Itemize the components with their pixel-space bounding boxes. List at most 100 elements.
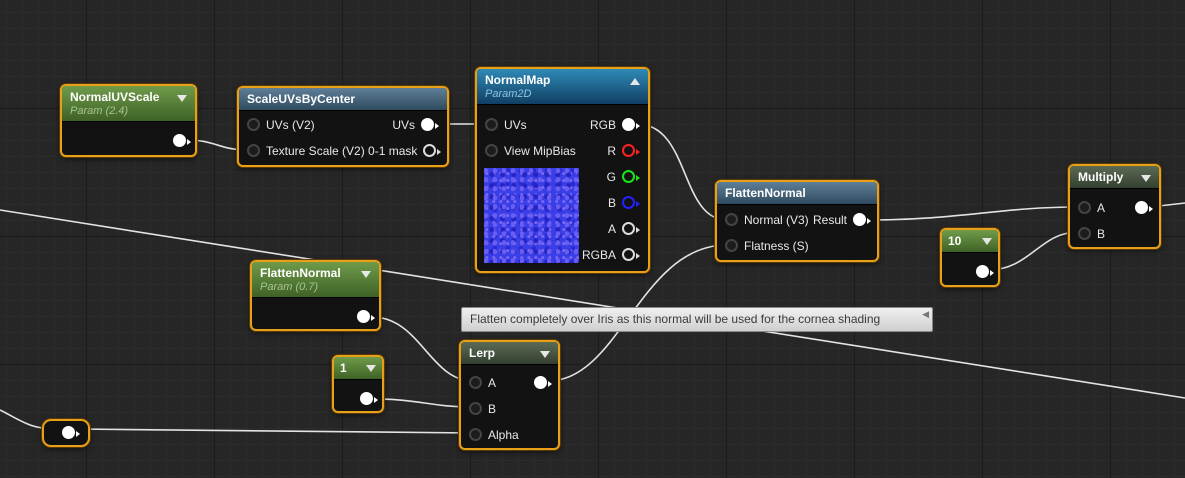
output-pin-r[interactable]: R: [607, 142, 640, 160]
pin-out-icon[interactable]: [853, 213, 866, 226]
node-title: 1: [340, 361, 347, 375]
node-scaleuvsbycenter[interactable]: ScaleUVsByCenter UVs (V2) UVs Texture Sc…: [237, 86, 449, 167]
pin-out-icon[interactable]: [423, 144, 437, 157]
node-constant-10[interactable]: 10: [940, 228, 1000, 287]
pin-label: A: [607, 222, 616, 236]
output-pin-rgba[interactable]: RGBA: [582, 246, 640, 264]
node-normaluvscale[interactable]: NormalUVScale Param (2.4): [60, 84, 197, 157]
reroute-pin[interactable]: [56, 424, 80, 442]
pin-in-icon[interactable]: [485, 118, 498, 131]
node-flattennormal-param[interactable]: FlattenNormal Param (0.7): [250, 260, 381, 331]
pin-out-icon[interactable]: [976, 265, 989, 278]
pin-out-icon[interactable]: [62, 426, 75, 439]
input-pin-flatness[interactable]: Flatness (S): [725, 237, 809, 255]
input-pin-b[interactable]: B: [1078, 225, 1105, 243]
pin-label: Flatness (S): [744, 239, 809, 253]
reroute-node[interactable]: [42, 419, 90, 447]
pin-out-icon[interactable]: [1135, 201, 1148, 214]
pin-in-icon[interactable]: [469, 402, 482, 415]
collapse-arrow-icon[interactable]: [361, 271, 371, 278]
pin-label: View MipBias: [504, 144, 576, 158]
pin-in-icon[interactable]: [1078, 201, 1091, 214]
node-normalmap[interactable]: NormalMap Param2D UVs View MipBias RGB R…: [475, 67, 650, 273]
output-pin[interactable]: [528, 374, 552, 392]
pin-arrow-icon: [435, 123, 439, 129]
collapse-arrow-icon[interactable]: [1141, 175, 1151, 182]
pin-label: Normal (V3): [744, 213, 809, 227]
output-pin[interactable]: [1129, 199, 1153, 217]
output-pin[interactable]: [970, 263, 994, 281]
pin-arrow-icon: [76, 431, 80, 437]
input-pin-b[interactable]: B: [469, 400, 496, 418]
wire-normalmap-rgb-to-flattennormal: [636, 123, 728, 221]
input-pin-a[interactable]: A: [469, 374, 496, 392]
pin-label: R: [607, 144, 616, 158]
pin-out-icon[interactable]: [622, 144, 635, 157]
wire-const10-to-multiply-b: [987, 231, 1079, 271]
collapse-arrow-icon[interactable]: [630, 78, 640, 85]
input-pin-uvs[interactable]: UVs (V2): [247, 116, 315, 134]
collapse-arrow-icon[interactable]: [366, 365, 376, 372]
input-pin-normal[interactable]: Normal (V3): [725, 211, 809, 229]
pin-in-icon[interactable]: [247, 118, 260, 131]
tooltip-text: Flatten completely over Iris as this nor…: [470, 312, 881, 326]
output-pin-a[interactable]: A: [608, 220, 640, 238]
node-subtitle: Param (2.4): [70, 105, 129, 117]
input-pin-alpha[interactable]: Alpha: [469, 426, 519, 444]
pin-label: RGBA: [581, 248, 616, 262]
pin-in-icon[interactable]: [247, 144, 260, 157]
node-title: ScaleUVsByCenter: [247, 92, 356, 106]
pin-out-icon[interactable]: [357, 310, 370, 323]
pin-arrow-icon: [990, 270, 994, 276]
pin-label: B: [488, 402, 497, 416]
pin-arrow-icon: [374, 397, 378, 403]
pin-out-icon[interactable]: [622, 222, 635, 235]
input-pin-view-mipbias[interactable]: View MipBias: [485, 142, 576, 160]
pin-out-icon[interactable]: [622, 196, 635, 209]
pin-label: UVs: [392, 118, 415, 132]
output-pin[interactable]: [351, 308, 375, 326]
collapse-arrow-icon[interactable]: [177, 95, 187, 102]
pin-in-icon[interactable]: [1078, 227, 1091, 240]
pin-in-icon[interactable]: [725, 213, 738, 226]
output-pin[interactable]: [354, 390, 378, 408]
pin-arrow-icon: [636, 201, 640, 207]
pin-out-icon[interactable]: [360, 392, 373, 405]
pin-comment-icon[interactable]: ◀: [922, 310, 929, 319]
output-pin-result[interactable]: Result: [813, 211, 871, 229]
pin-out-icon[interactable]: [622, 118, 635, 131]
pin-in-icon[interactable]: [485, 144, 498, 157]
input-pin-texture-scale[interactable]: Texture Scale (V2) 0-1 mask: [247, 142, 442, 160]
input-pin-uvs[interactable]: UVs: [485, 116, 527, 134]
collapse-arrow-icon[interactable]: [982, 238, 992, 245]
output-pin-b[interactable]: B: [608, 194, 640, 212]
node-constant-1[interactable]: 1: [332, 355, 384, 413]
output-pin-uvs[interactable]: UVs: [392, 116, 439, 134]
wire-const1-to-lerp-b: [372, 398, 474, 408]
node-multiply[interactable]: Multiply A B: [1068, 164, 1161, 249]
wire-flattennormal-to-multiply-a: [866, 206, 1079, 221]
pin-label: G: [606, 170, 616, 184]
output-pin-rgb[interactable]: RGB: [590, 116, 640, 134]
pin-arrow-icon: [867, 218, 871, 224]
pin-out-icon[interactable]: [173, 134, 186, 147]
node-title: Lerp: [469, 346, 496, 360]
pin-arrow-icon: [636, 123, 640, 129]
pin-out-icon[interactable]: [622, 248, 635, 261]
node-title: NormalUVScale: [70, 90, 160, 104]
pin-in-icon[interactable]: [469, 428, 482, 441]
node-title: Multiply: [1078, 170, 1124, 184]
pin-out-icon[interactable]: [622, 170, 635, 183]
node-lerp[interactable]: Lerp A B Alpha: [459, 340, 560, 450]
node-title: NormalMap: [485, 73, 551, 87]
node-flattennormal-function[interactable]: FlattenNormal Normal (V3) Result Flatnes…: [715, 180, 879, 262]
collapse-arrow-icon[interactable]: [540, 351, 550, 358]
input-pin-a[interactable]: A: [1078, 199, 1105, 217]
pin-in-icon[interactable]: [725, 239, 738, 252]
pin-in-icon[interactable]: [469, 376, 482, 389]
output-pin-g[interactable]: G: [607, 168, 640, 186]
output-pin[interactable]: [167, 132, 191, 150]
pin-out-icon[interactable]: [421, 118, 434, 131]
pin-arrow-icon: [371, 315, 375, 321]
pin-out-icon[interactable]: [534, 376, 547, 389]
